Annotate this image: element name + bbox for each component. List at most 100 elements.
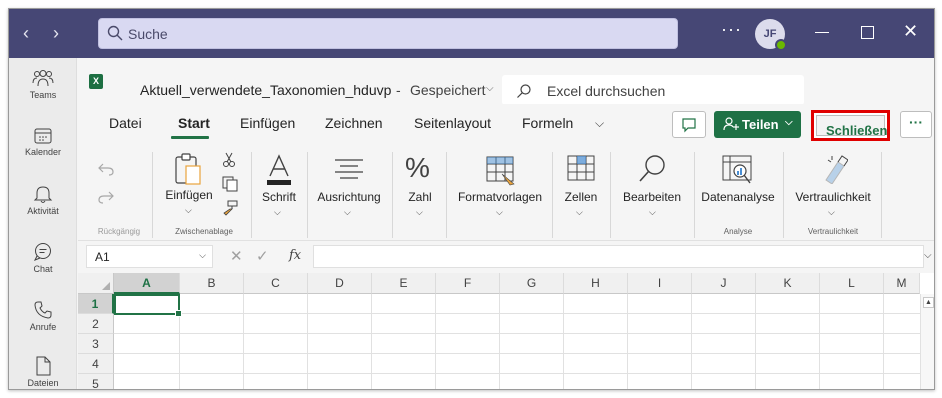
- cells-label[interactable]: Zellen: [558, 190, 604, 204]
- document-title[interactable]: Aktuell_verwendete_Taxonomien_hduvp: [140, 82, 391, 98]
- cancel-icon[interactable]: ✕: [230, 247, 243, 265]
- row-header-2[interactable]: 2: [78, 314, 114, 334]
- column-header-f[interactable]: F: [436, 273, 500, 294]
- column-header-i[interactable]: I: [628, 273, 692, 294]
- column-header-e[interactable]: E: [372, 273, 436, 294]
- rail-item-calendar[interactable]: Kalender: [9, 127, 77, 157]
- rail-item-chat[interactable]: Chat: [9, 242, 77, 274]
- title-separator: -: [396, 82, 401, 98]
- maximize-icon[interactable]: [861, 26, 874, 39]
- align-center-icon[interactable]: [334, 158, 364, 182]
- ribbon-separator: [152, 152, 153, 238]
- rail-item-activity[interactable]: Aktivität: [9, 184, 77, 216]
- ribbon-separator: [392, 152, 393, 238]
- undo-icon[interactable]: [98, 162, 114, 176]
- spreadsheet-grid[interactable]: ABCDEFGHIJKLM 12345 ▲: [78, 273, 934, 389]
- sensitivity-icon[interactable]: [818, 152, 848, 184]
- cut-icon[interactable]: [222, 152, 236, 168]
- column-header-b[interactable]: B: [180, 273, 244, 294]
- row-header-4[interactable]: 4: [78, 354, 114, 374]
- comments-button[interactable]: [672, 111, 706, 138]
- file-icon: [36, 356, 51, 376]
- styles-label[interactable]: Formatvorlagen: [453, 190, 547, 204]
- rail-item-files[interactable]: Dateien: [9, 356, 77, 388]
- close-document-button[interactable]: Schließen: [816, 115, 887, 138]
- rail-label-teams: Teams: [29, 90, 57, 100]
- save-status[interactable]: Gespeichert: [410, 82, 485, 98]
- tab-home[interactable]: Start: [178, 115, 210, 131]
- row-header-5[interactable]: 5: [78, 374, 114, 389]
- tab-formulas[interactable]: Formeln: [522, 115, 573, 131]
- column-header-a[interactable]: A: [114, 273, 180, 294]
- font-icon[interactable]: [266, 154, 292, 186]
- insert-function-icon[interactable]: fx: [289, 248, 301, 263]
- chevron-down-icon[interactable]: ⌵: [274, 207, 281, 218]
- row-header-1[interactable]: 1: [78, 294, 114, 314]
- chevron-down-icon[interactable]: ⌵: [416, 207, 423, 218]
- chevron-down-icon[interactable]: ⌵: [576, 207, 583, 218]
- window-close-icon[interactable]: ✕: [903, 21, 918, 42]
- scroll-up-icon[interactable]: ▲: [923, 297, 934, 308]
- user-avatar[interactable]: JF: [755, 19, 787, 51]
- alignment-label[interactable]: Ausrichtung: [314, 190, 384, 204]
- chevron-down-icon[interactable]: ⌵: [185, 205, 192, 216]
- sensitivity-label[interactable]: Vertraulichkeit: [788, 190, 878, 204]
- group-label-analysis: Analyse: [723, 227, 753, 236]
- column-header-l[interactable]: L: [820, 273, 884, 294]
- rail-item-teams[interactable]: Teams: [9, 70, 77, 100]
- chevron-down-icon[interactable]: ⌵: [486, 83, 494, 94]
- calendar-icon: [34, 128, 52, 144]
- share-button[interactable]: Teilen ⌵: [714, 111, 801, 138]
- font-label[interactable]: Schrift: [256, 190, 302, 204]
- tab-draw[interactable]: Zeichnen: [325, 115, 383, 131]
- column-header-d[interactable]: D: [308, 273, 372, 294]
- column-header-g[interactable]: G: [500, 273, 564, 294]
- row-header-3[interactable]: 3: [78, 334, 114, 354]
- forward-arrow-icon[interactable]: ›: [53, 23, 59, 44]
- chevron-down-icon[interactable]: ⌵: [344, 207, 351, 218]
- chevron-down-icon[interactable]: ⌵: [649, 207, 656, 218]
- cells-icon[interactable]: [566, 154, 596, 184]
- column-header-c[interactable]: C: [244, 273, 308, 294]
- chevron-down-icon[interactable]: ⌵: [828, 207, 835, 218]
- enter-check-icon[interactable]: ✓: [256, 247, 269, 265]
- teams-search-input[interactable]: Suche: [98, 18, 678, 49]
- styles-icon[interactable]: [486, 156, 516, 186]
- paste-label[interactable]: Einfügen: [164, 188, 214, 202]
- more-options-icon[interactable]: ···: [721, 19, 742, 40]
- copy-icon[interactable]: [222, 176, 238, 192]
- excel-search-input[interactable]: Excel durchsuchen: [502, 75, 804, 105]
- back-arrow-icon[interactable]: ‹: [23, 23, 29, 44]
- column-header-j[interactable]: J: [692, 273, 756, 294]
- chevron-down-icon[interactable]: ⌵: [496, 207, 503, 218]
- grid-column-line: [499, 294, 500, 389]
- rail-item-calls[interactable]: Anrufe: [9, 300, 77, 332]
- name-box[interactable]: A1 ⌵: [86, 245, 213, 268]
- more-actions-button[interactable]: ···: [900, 111, 932, 138]
- column-header-k[interactable]: K: [756, 273, 820, 294]
- analyze-data-label[interactable]: Datenanalyse: [698, 190, 778, 204]
- expand-formula-chevron-icon[interactable]: ⌵: [924, 250, 932, 261]
- share-button-label: Teilen: [742, 117, 779, 132]
- number-label[interactable]: Zahl: [400, 190, 440, 204]
- editing-label[interactable]: Bearbeiten: [619, 190, 685, 204]
- analyze-data-icon[interactable]: [721, 154, 753, 186]
- find-magnifier-icon[interactable]: [638, 154, 668, 184]
- tab-page-layout[interactable]: Seitenlayout: [414, 115, 491, 131]
- tab-file[interactable]: Datei: [109, 115, 142, 131]
- ribbon-separator: [881, 152, 882, 238]
- vertical-scrollbar[interactable]: ▲: [920, 294, 934, 389]
- more-tabs-chevron-icon[interactable]: ⌵: [595, 116, 604, 131]
- column-header-m[interactable]: M: [884, 273, 920, 294]
- formula-input[interactable]: [313, 245, 924, 268]
- minimize-icon[interactable]: [815, 32, 829, 33]
- selected-cell[interactable]: [114, 294, 182, 317]
- tab-insert[interactable]: Einfügen: [240, 115, 295, 131]
- percent-icon[interactable]: %: [405, 152, 430, 184]
- column-header-h[interactable]: H: [564, 273, 628, 294]
- redo-icon[interactable]: [98, 190, 114, 204]
- format-painter-icon[interactable]: [222, 200, 238, 216]
- rail-label-files: Dateien: [27, 378, 59, 388]
- paste-icon[interactable]: [174, 152, 202, 186]
- select-all-corner[interactable]: [78, 273, 114, 294]
